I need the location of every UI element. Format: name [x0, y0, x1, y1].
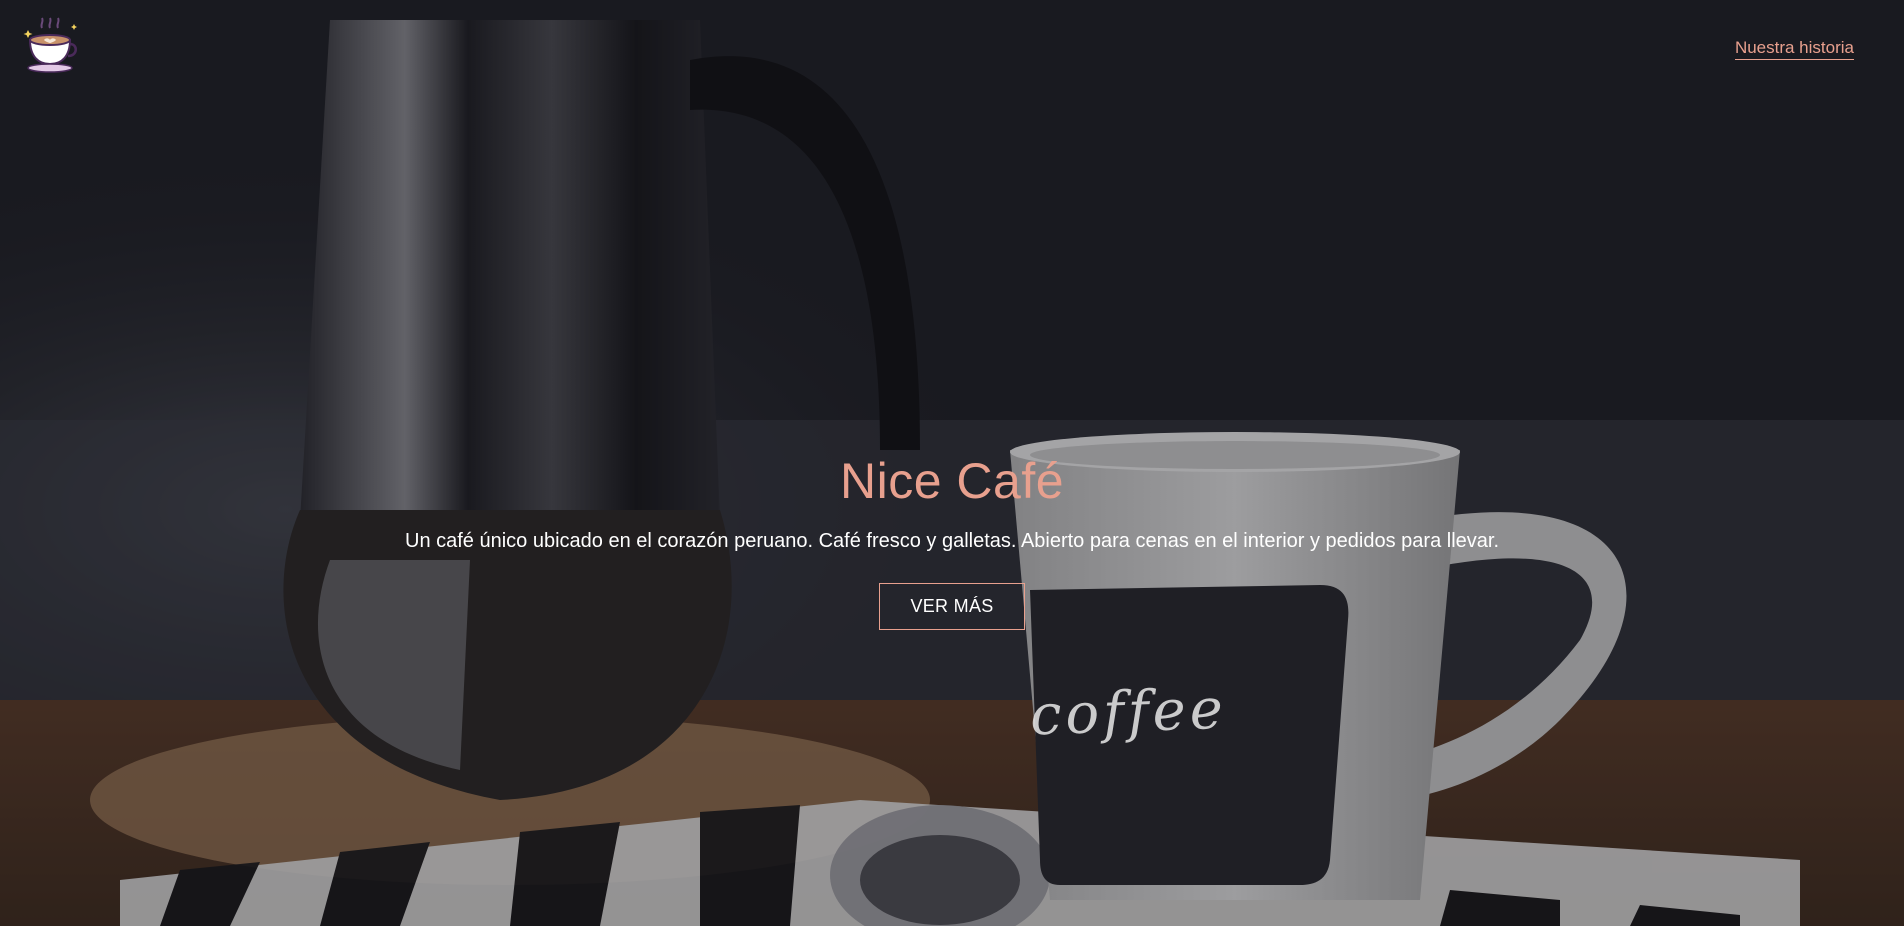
coffee-cup-logo-icon[interactable]: [20, 16, 80, 76]
ver-mas-button[interactable]: VER MÁS: [879, 583, 1025, 630]
page-title: Nice Café: [839, 453, 1065, 509]
hero-content: Nice Café Un café único ubicado en el co…: [0, 452, 1904, 630]
nav-link-nuestra-historia[interactable]: Nuestra historia: [1734, 38, 1854, 60]
hero-section: coffee Nuestra historia Nice Café Un caf…: [0, 0, 1904, 926]
mug-chalk-text: coffee: [1028, 676, 1228, 749]
hero-subtitle: Un café único ubicado en el corazón peru…: [405, 530, 1499, 552]
